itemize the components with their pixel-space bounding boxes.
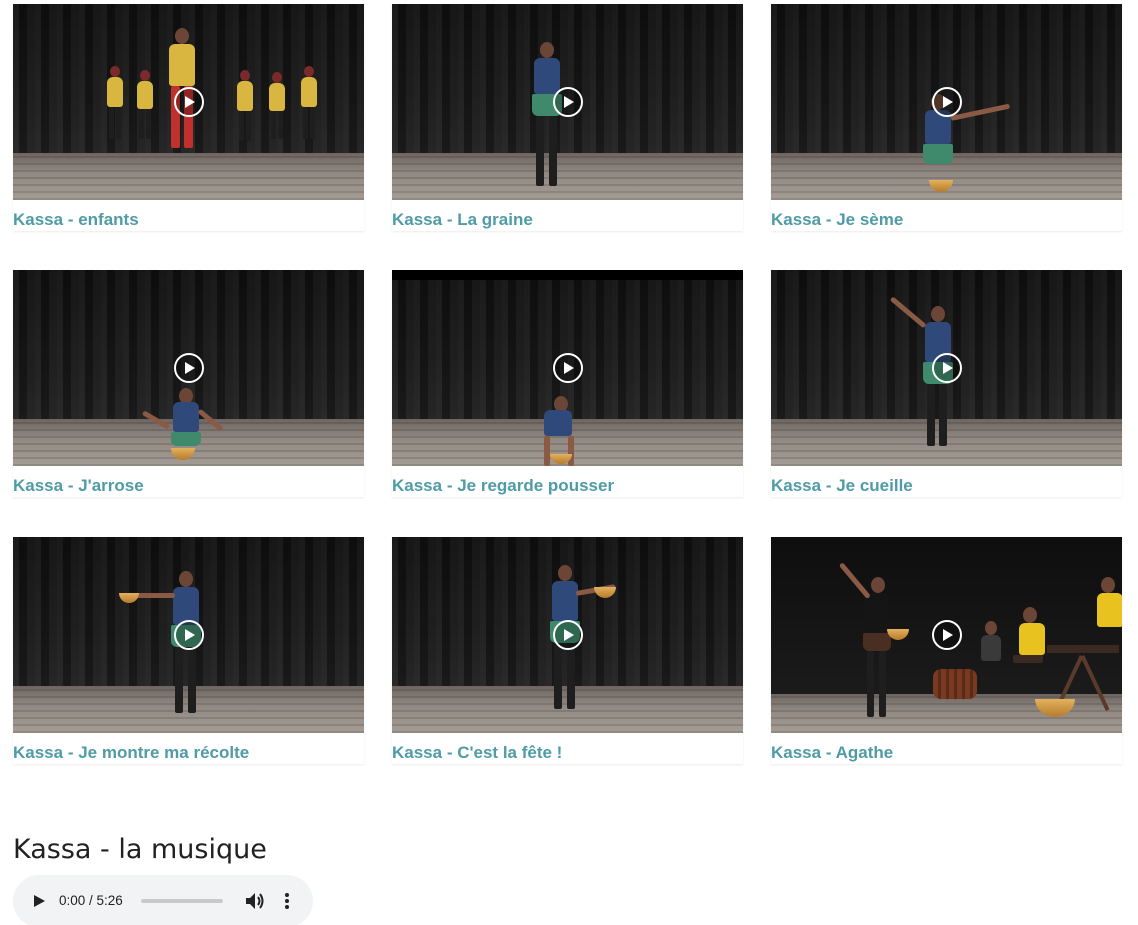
play-icon[interactable] [34,895,45,907]
video-thumbnail[interactable] [771,4,1122,200]
stage-curtain [392,4,743,153]
video-thumbnail[interactable] [13,270,364,466]
audio-time: 0:00 / 5:26 [59,893,123,908]
play-circle-icon[interactable] [173,620,204,650]
video-thumbnail[interactable] [392,270,743,466]
video-card-c-est-la-fete[interactable]: Kassa - C'est la fête ! [392,537,743,764]
video-card-j-arrose[interactable]: Kassa - J'arrose [13,270,364,497]
play-circle-icon[interactable] [552,353,583,383]
stage-curtain [392,270,743,419]
play-circle-icon[interactable] [552,87,583,117]
balafon [1047,645,1119,653]
video-card-je-seme[interactable]: Kassa - Je sème [771,4,1122,231]
video-card-la-graine[interactable]: Kassa - La graine [392,4,743,231]
play-circle-icon[interactable] [173,353,204,383]
video-title[interactable]: Kassa - Je cueille [771,466,1122,496]
play-circle-icon[interactable] [931,353,962,383]
stage-floor [392,152,743,200]
video-title[interactable]: Kassa - enfants [13,200,364,230]
more-vert-icon[interactable] [283,892,291,910]
video-thumbnail[interactable] [392,4,743,200]
page: Kassa - enfants Kassa - La graine Kassa … [0,0,1138,925]
video-thumbnail[interactable] [13,537,364,733]
video-thumbnail[interactable] [13,4,364,200]
drum [933,669,977,699]
volume-icon[interactable] [245,892,265,910]
audio-seek-bar[interactable] [141,899,223,903]
video-card-je-montre-ma-recolte[interactable]: Kassa - Je montre ma récolte [13,537,364,764]
video-letterbox [392,270,743,280]
video-title[interactable]: Kassa - J'arrose [13,466,364,496]
video-title[interactable]: Kassa - C'est la fête ! [392,733,743,763]
video-thumbnail[interactable] [771,537,1122,733]
play-circle-icon[interactable] [173,87,204,117]
video-title[interactable]: Kassa - La graine [392,200,743,230]
video-card-agathe[interactable]: Kassa - Agathe [771,537,1122,764]
video-title[interactable]: Kassa - Je montre ma récolte [13,733,364,763]
stage-curtain [771,537,1122,686]
audio-player[interactable]: 0:00 / 5:26 [13,875,313,925]
video-title[interactable]: Kassa - Je regarde pousser [392,466,743,496]
video-title[interactable]: Kassa - Agathe [771,733,1122,763]
play-circle-icon[interactable] [931,87,962,117]
play-circle-icon[interactable] [552,620,583,650]
video-title[interactable]: Kassa - Je sème [771,200,1122,230]
video-card-je-cueille[interactable]: Kassa - Je cueille [771,270,1122,497]
audio-heading: Kassa - la musique [13,834,267,865]
video-card-enfants[interactable]: Kassa - enfants [13,4,364,231]
stage-floor [13,152,364,200]
video-thumbnail[interactable] [771,270,1122,466]
play-circle-icon[interactable] [931,620,962,650]
video-thumbnail[interactable] [392,537,743,733]
video-card-je-regarde-pousser[interactable]: Kassa - Je regarde pousser [392,270,743,497]
